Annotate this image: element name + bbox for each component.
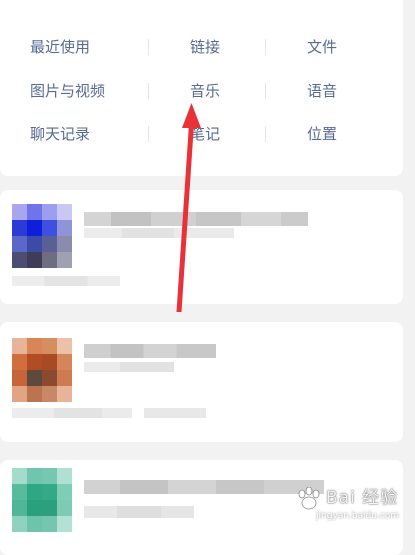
divider <box>148 126 149 142</box>
title-text-3 <box>84 480 324 494</box>
avatar-3 <box>12 468 72 532</box>
category-chat-history[interactable]: 聊天记录 <box>30 123 90 145</box>
category-recent[interactable]: 最近使用 <box>30 36 90 58</box>
result-item-1[interactable] <box>0 190 403 304</box>
paw-icon <box>298 487 320 510</box>
result-item-2[interactable] <box>0 322 403 442</box>
subtitle-text-2 <box>84 362 174 372</box>
avatar-2 <box>12 338 72 402</box>
title-text-2 <box>84 344 216 358</box>
category-voice[interactable]: 语音 <box>307 80 337 102</box>
watermark-url: jingyan.baidu.com <box>316 511 400 521</box>
divider <box>265 126 266 142</box>
divider <box>265 39 266 55</box>
meta-text-2b <box>144 408 206 418</box>
category-location[interactable]: 位置 <box>307 123 337 145</box>
watermark-title: Bai 经验 <box>326 488 399 508</box>
title-text-1 <box>84 212 308 226</box>
divider <box>265 83 266 99</box>
subtitle-text-3 <box>84 506 194 518</box>
category-music[interactable]: 音乐 <box>190 80 220 102</box>
category-row-1: 最近使用 链接 文件 <box>0 36 403 58</box>
category-links[interactable]: 链接 <box>190 36 220 58</box>
search-category-panel: 最近使用 链接 文件 图片与视频 音乐 语音 聊天记录 笔记 位置 <box>0 0 403 176</box>
meta-text-2 <box>12 408 132 418</box>
category-row-3: 聊天记录 笔记 位置 <box>0 123 403 145</box>
category-notes[interactable]: 笔记 <box>190 123 220 145</box>
category-row-2: 图片与视频 音乐 语音 <box>0 80 403 102</box>
divider <box>148 39 149 55</box>
category-photos-videos[interactable]: 图片与视频 <box>30 80 105 102</box>
avatar-1 <box>12 204 72 268</box>
divider <box>148 83 149 99</box>
meta-text-1 <box>12 276 120 286</box>
subtitle-text-1 <box>84 228 234 238</box>
category-files[interactable]: 文件 <box>307 36 337 58</box>
watermark: Bai 经验 jingyan.baidu.com <box>296 484 408 528</box>
